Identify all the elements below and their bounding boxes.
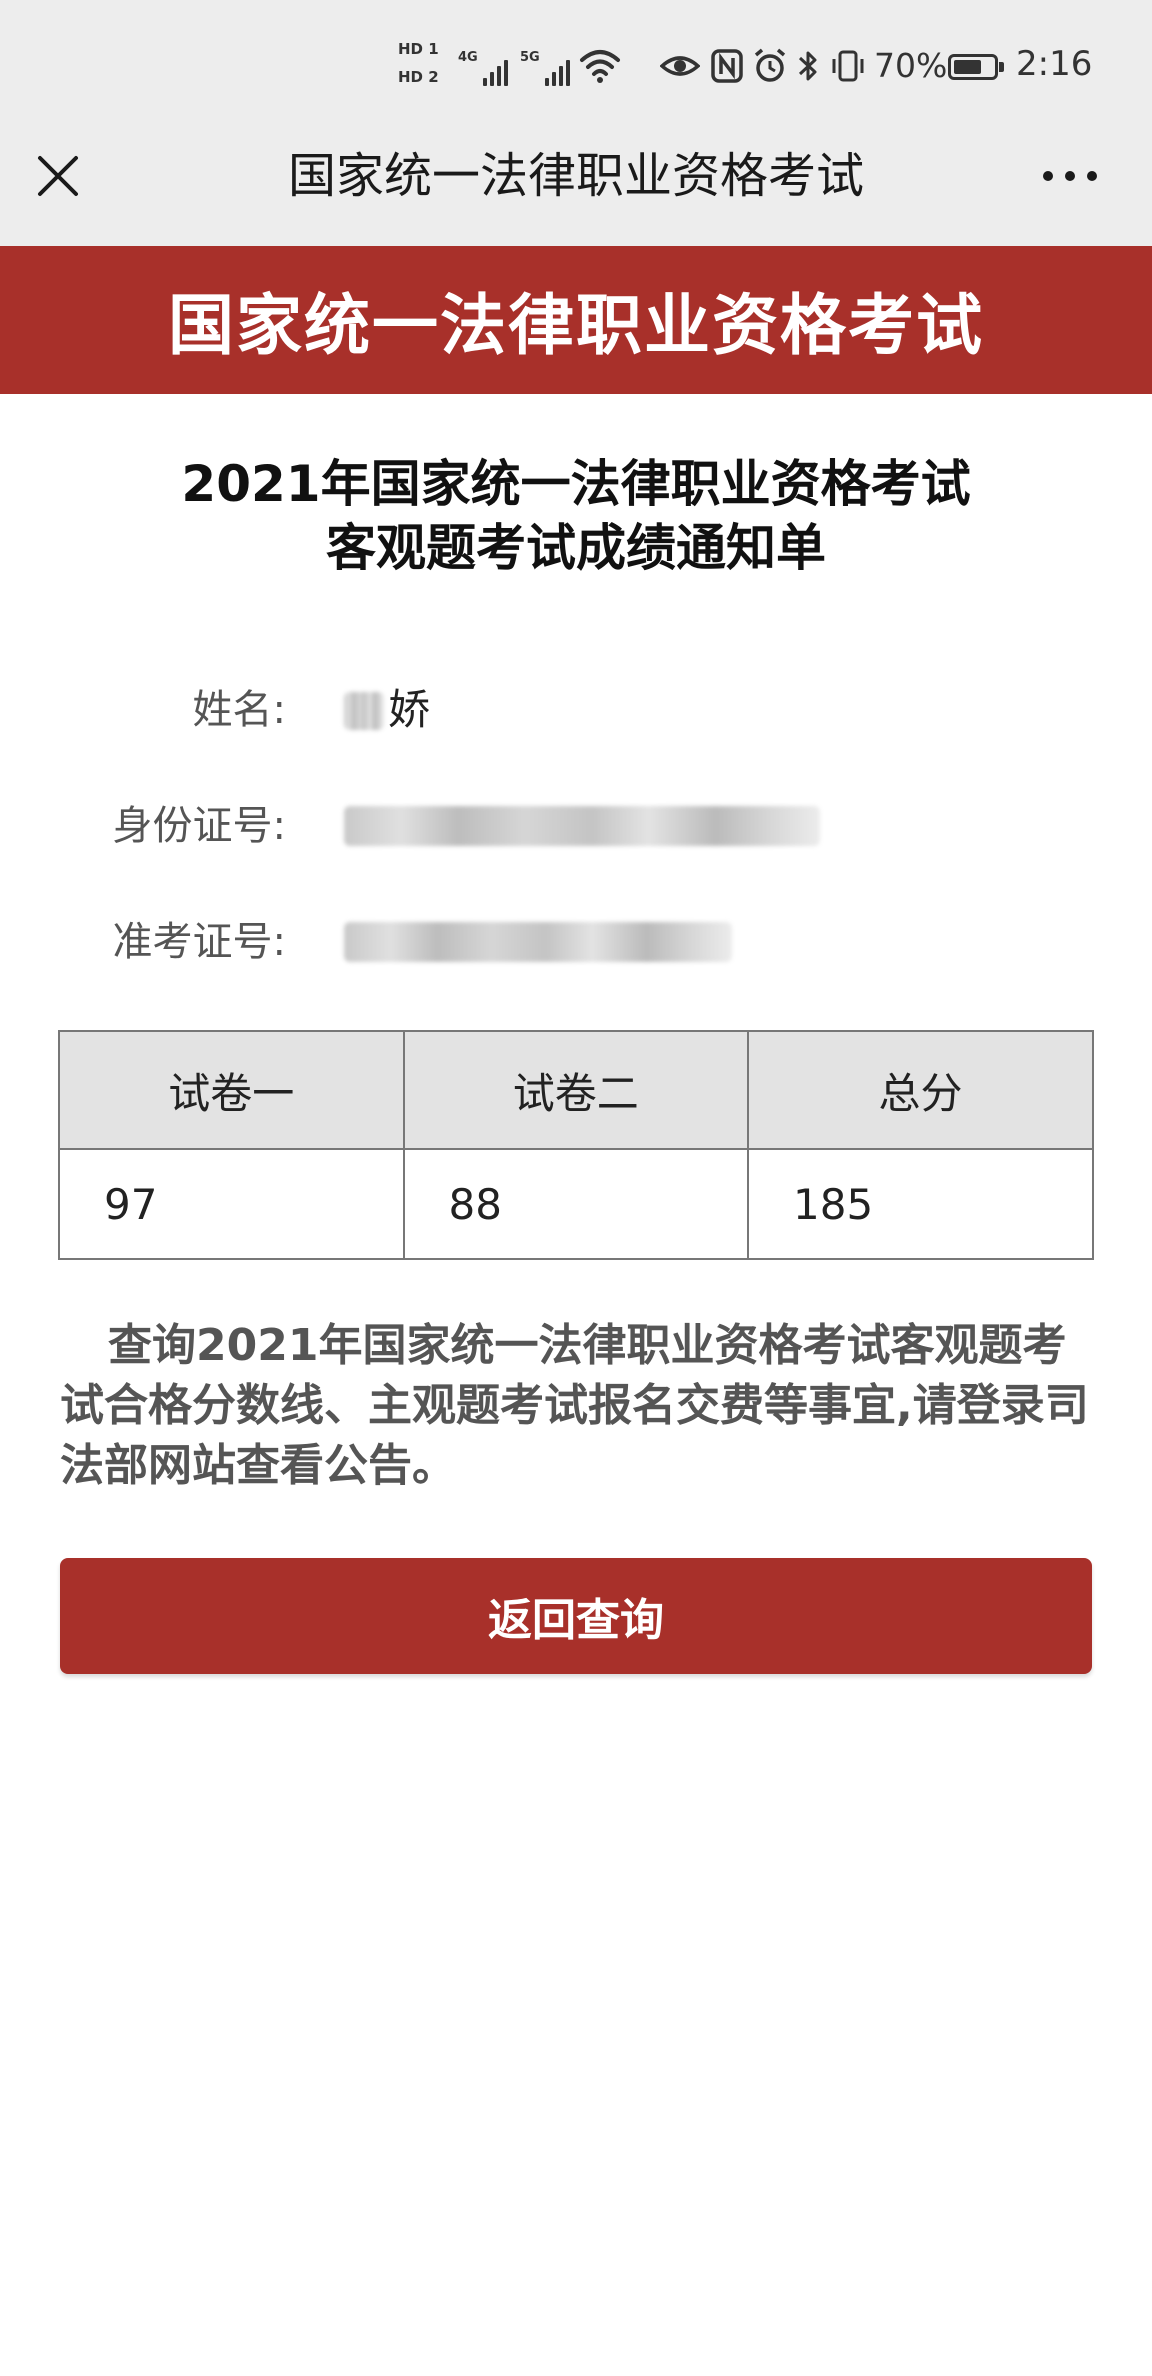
table-header-paper1: 试卷一 (58, 1030, 405, 1150)
table-header-row: 试卷一 试卷二 总分 (58, 1030, 1094, 1150)
score-paper2: 88 (402, 1148, 749, 1260)
banner-title: 国家统一法律职业资格考试 (168, 287, 984, 364)
notice-text: 查询2021年国家统一法律职业资格考试客观题考试合格分数线、主观题考试报名交费等… (60, 1320, 1089, 1491)
nav-bar: 国家统一法律职业资格考试 (0, 128, 1152, 246)
bluetooth-icon (798, 51, 817, 81)
network-type-label: 5G (520, 50, 540, 65)
score-paper1: 97 (58, 1148, 405, 1260)
return-query-button-label: 返回查询 (488, 1595, 664, 1646)
battery-icon (948, 54, 1004, 80)
score-table: 试卷一 试卷二 总分 97 88 185 (58, 1030, 1094, 1260)
hd1-label: HD 1 (398, 40, 439, 58)
eye-icon (660, 56, 700, 76)
close-icon[interactable] (34, 152, 82, 200)
status-bar: HD 1 HD 2 4G 5G 70% 2:16 (0, 0, 1152, 128)
ticket-number-label: 准考证号: (112, 919, 286, 965)
more-icon[interactable] (1040, 166, 1100, 186)
table-row: 97 88 185 (58, 1148, 1094, 1260)
redacted-id-number (344, 806, 820, 846)
signal-4g-icon: 4G (458, 50, 508, 86)
ticket-number-row: 准考证号: (0, 912, 1152, 972)
hd2-label: HD 2 (398, 68, 439, 86)
battery-percent: 70% (874, 46, 948, 85)
redacted-ticket-number (344, 922, 732, 962)
score-total: 185 (747, 1148, 1094, 1260)
hd-voice-indicator: HD 1 HD 2 (398, 38, 450, 94)
name-label: 姓名: (192, 687, 286, 733)
page-banner: 国家统一法律职业资格考试 (0, 246, 1152, 394)
table-header-paper2: 试卷二 (402, 1030, 749, 1150)
page-title-line2: 客观题考试成绩通知单 (326, 519, 826, 577)
page-title: 2021年国家统一法律职业资格考试 客观题考试成绩通知单 (0, 452, 1152, 580)
nfc-icon (711, 49, 743, 83)
id-number-label: 身份证号: (112, 803, 286, 849)
signal-5g-icon: 5G (520, 50, 570, 86)
redacted-name-part (344, 692, 384, 730)
battery-level-fill (954, 60, 981, 74)
name-row: 姓名: 娇 (0, 680, 1152, 740)
name-value: 娇 (388, 685, 431, 734)
alarm-icon (754, 48, 786, 82)
vibrate-icon (832, 50, 864, 82)
page-title-line1: 2021年国家统一法律职业资格考试 (181, 455, 971, 513)
wifi-icon (580, 50, 620, 83)
nav-title: 国家统一法律职业资格考试 (287, 148, 864, 204)
id-number-row: 身份证号: (0, 796, 1152, 856)
table-header-total: 总分 (747, 1030, 1094, 1150)
network-type-label: 4G (458, 50, 478, 65)
return-query-button[interactable]: 返回查询 (60, 1558, 1092, 1674)
clock-time: 2:16 (1016, 44, 1093, 84)
